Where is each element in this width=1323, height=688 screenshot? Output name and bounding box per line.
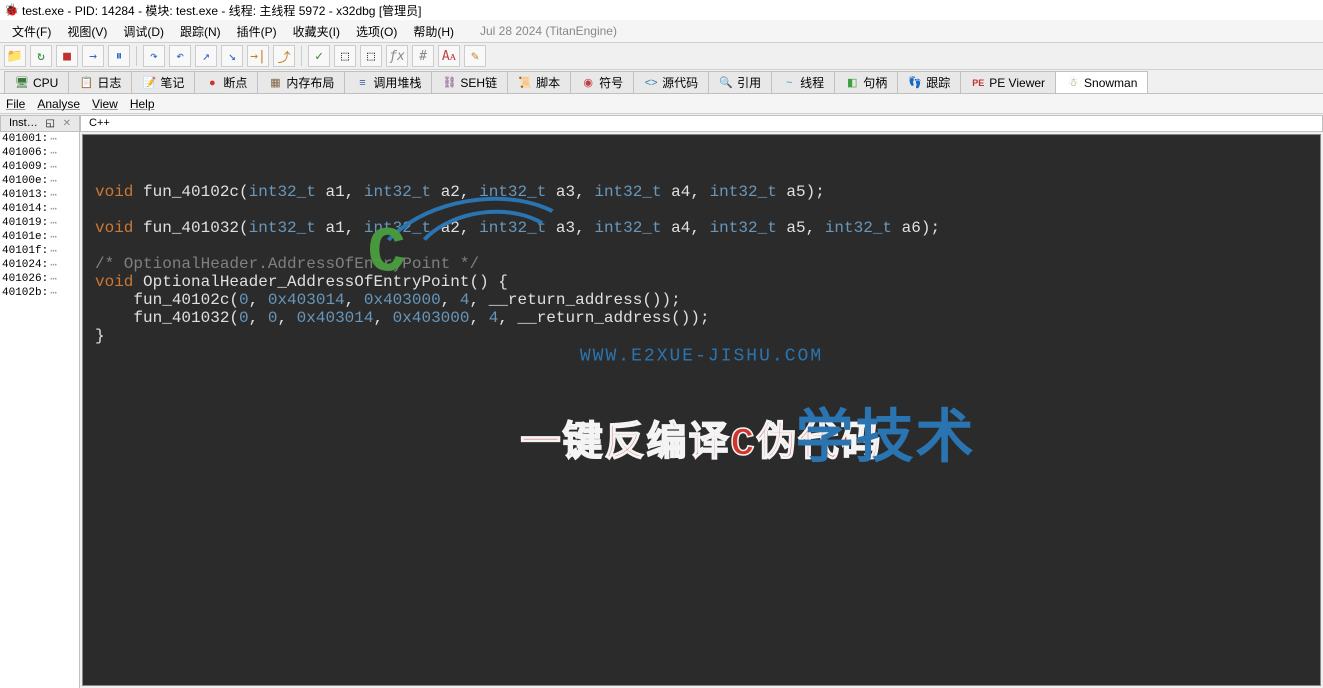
tab-source[interactable]: <>源代码 [633,71,709,93]
panel-tab-cpp[interactable]: C++ [80,115,1323,132]
tabbar: 🖥CPU 📋日志 📝笔记 ●断点 ▦内存布局 ≡调用堆栈 ⛓SEH链 📜脚本 ◉… [0,70,1323,94]
src-icon: <> [644,76,658,90]
notes-icon: 📝 [142,76,156,90]
tab-memmap[interactable]: ▦内存布局 [257,71,345,93]
sym-icon: ◉ [581,76,595,90]
tab-notes[interactable]: 📝笔记 [131,71,195,93]
menu-debug[interactable]: 调试(D) [115,21,172,42]
toolbar-step-over[interactable]: ↶ [169,45,191,67]
toolbar-restart[interactable]: ↻ [30,45,52,67]
toolbar-step-into[interactable]: ↷ [143,45,165,67]
build-info: Jul 28 2024 (TitanEngine) [472,22,625,40]
toolbar-step-out[interactable]: ↗ [195,45,217,67]
menubar: 文件(F) 视图(V) 调试(D) 跟踪(N) 插件(P) 收藏夹(I) 选项(… [0,20,1323,42]
tab-threads[interactable]: ~线程 [771,71,835,93]
tab-seh[interactable]: ⛓SEH链 [431,71,508,93]
watermark-url: WWW.E2XUE-JISHU.COM [427,346,975,366]
toolbar-edit[interactable]: ✎ [464,45,486,67]
thread-icon: ~ [782,76,796,90]
toolbar-fx[interactable]: ƒx [386,45,408,67]
address-row[interactable]: 401013:⋯ [0,188,79,202]
divider [136,46,137,66]
panel-tab-inst[interactable]: Inst… ◱ ✕ [0,115,80,132]
toolbar-open[interactable]: 📁 [4,45,26,67]
menu-file[interactable]: 文件(F) [4,21,59,42]
tab-pe[interactable]: PEPE Viewer [960,71,1056,93]
tab-log[interactable]: 📋日志 [68,71,132,93]
toolbar-hash[interactable]: # [412,45,434,67]
toolbar-patches[interactable]: ⬚ [334,45,356,67]
detach-icon[interactable]: ◱ [45,118,54,129]
snowman-icon: ☃ [1066,76,1080,90]
toolbar: 📁 ↻ ■ → ⏸ ↷ ↶ ↗ ↘ →| ⤴ ✓ ⬚ ⬚ ƒx # Aᴀ ✎ [0,42,1323,70]
watermark-slogan: 一键反编译C伪代码 [427,408,975,467]
menu-options[interactable]: 选项(O) [348,21,405,42]
menu-plugins[interactable]: 插件(P) [229,21,285,42]
menu-view[interactable]: 视图(V) [59,21,115,42]
toolbar-check[interactable]: ✓ [308,45,330,67]
toolbar-stop[interactable]: ■ [56,45,78,67]
window-title: test.exe - PID: 14284 - 模块: test.exe - 线… [22,2,421,19]
address-row[interactable]: 401024:⋯ [0,258,79,272]
instruction-list[interactable]: 401001:⋯401006:⋯401009:⋯40100e:⋯401013:⋯… [0,132,80,688]
toolbar-step-8[interactable]: ↘ [221,45,243,67]
pe-icon: PE [971,76,985,90]
toolbar-run-to[interactable]: →| [247,45,269,67]
close-icon[interactable]: ✕ [63,118,71,129]
toolbar-pause[interactable]: ⏸ [108,45,130,67]
submenu-file[interactable]: File [6,97,25,111]
toolbar-run[interactable]: → [82,45,104,67]
submenu-view[interactable]: View [92,97,118,111]
menu-favorites[interactable]: 收藏夹(I) [285,21,348,42]
address-row[interactable]: 401006:⋯ [0,146,79,160]
tab-callstack[interactable]: ≡调用堆栈 [344,71,432,93]
tab-trace[interactable]: 👣跟踪 [897,71,961,93]
tab-symbols[interactable]: ◉符号 [570,71,634,93]
address-row[interactable]: 401019:⋯ [0,216,79,230]
seh-icon: ⛓ [442,76,456,90]
ref-icon: 🔍 [719,76,733,90]
address-row[interactable]: 401026:⋯ [0,272,79,286]
address-row[interactable]: 40102b:⋯ [0,286,79,300]
menu-trace[interactable]: 跟踪(N) [172,21,229,42]
submenu-help[interactable]: Help [130,97,155,111]
tab-refs[interactable]: 🔍引用 [708,71,772,93]
submenu-analyse[interactable]: Analyse [37,97,80,111]
tab-handles[interactable]: ◧句柄 [834,71,898,93]
address-row[interactable]: 40101f:⋯ [0,244,79,258]
tab-breakpoints[interactable]: ●断点 [194,71,258,93]
panel-tabs: Inst… ◱ ✕ C++ [0,114,1323,132]
menu-help[interactable]: 帮助(H) [405,21,462,42]
decompiled-code[interactable]: void fun_40102c(int32_t a1, int32_t a2, … [82,134,1321,686]
address-row[interactable]: 401009:⋯ [0,160,79,174]
stack-icon: ≡ [355,76,369,90]
toolbar-comment[interactable]: ⬚ [360,45,382,67]
address-row[interactable]: 401014:⋯ [0,202,79,216]
app-icon: 🐞 [4,3,18,17]
toolbar-exec-till[interactable]: ⤴ [273,45,295,67]
tab-script[interactable]: 📜脚本 [507,71,571,93]
titlebar: 🐞 test.exe - PID: 14284 - 模块: test.exe -… [0,0,1323,20]
handle-icon: ◧ [845,76,859,90]
address-row[interactable]: 40101e:⋯ [0,230,79,244]
script-icon: 📜 [518,76,532,90]
log-icon: 📋 [79,76,93,90]
address-row[interactable]: 401001:⋯ [0,132,79,146]
toolbar-label[interactable]: Aᴀ [438,45,460,67]
mem-icon: ▦ [268,76,282,90]
watermark: C 学技术 WWW.E2XUE-JISHU.COM 一键反编译C伪代码 [427,192,975,503]
address-row[interactable]: 40100e:⋯ [0,174,79,188]
cpu-icon: 🖥 [15,76,29,90]
snowman-menubar: File Analyse View Help [0,94,1323,114]
bp-icon: ● [205,76,219,90]
trace-icon: 👣 [908,76,922,90]
tab-snowman[interactable]: ☃Snowman [1055,71,1148,93]
main-area: 401001:⋯401006:⋯401009:⋯40100e:⋯401013:⋯… [0,132,1323,688]
divider [301,46,302,66]
tab-cpu[interactable]: 🖥CPU [4,71,69,93]
